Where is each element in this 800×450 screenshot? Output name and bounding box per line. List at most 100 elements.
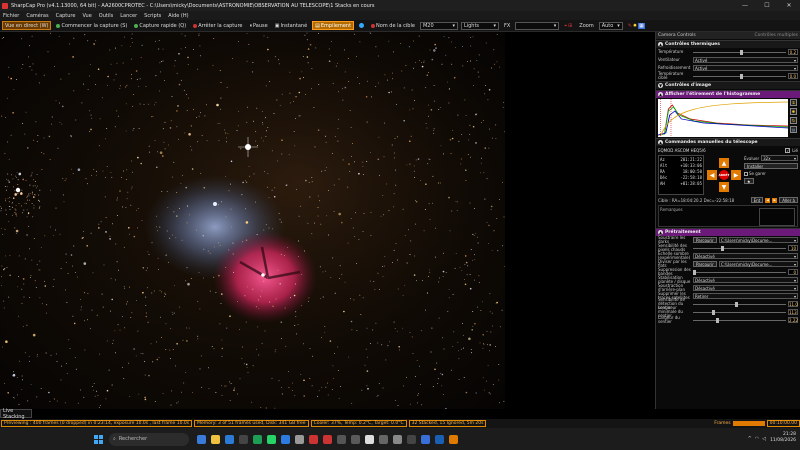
target-name-select[interactable]: M20 (419, 21, 458, 30)
target-icon-button[interactable] (357, 21, 366, 30)
next-target-icon[interactable]: ▶ (772, 197, 778, 203)
app-icon-n[interactable] (239, 434, 248, 444)
menu-scripts[interactable]: Scripts (144, 13, 161, 19)
snapshot-button[interactable]: ▣ Instantané (273, 21, 309, 30)
app-icon-cube[interactable] (393, 434, 402, 444)
fan-select[interactable]: Activé (693, 57, 798, 63)
windows-start-icon[interactable] (94, 434, 103, 444)
reset-icon[interactable]: ↻ (790, 117, 797, 124)
quick-capture-button[interactable]: Capture rapide (Q) (132, 21, 188, 30)
target-temp-slider[interactable] (693, 73, 786, 79)
menu-file[interactable]: Fichier (3, 13, 19, 19)
menu-help[interactable]: Aide (H) (168, 13, 188, 19)
darks-file-select[interactable]: C:\Users\micky\Docume... (718, 237, 798, 243)
telescope-title[interactable]: ▲ Commandes manuelles du télescope (656, 139, 800, 146)
app-icon-square[interactable] (407, 434, 416, 444)
histogram[interactable]: ① ✺ ↻ ▤ (658, 99, 798, 137)
app-icon-dark[interactable] (337, 434, 346, 444)
track-checkbox[interactable]: ✓ (785, 147, 791, 153)
menu-capture[interactable]: Capture (56, 13, 76, 19)
remarks-area[interactable]: Remarques (658, 205, 798, 227)
live-stacking-tab[interactable]: Live Stacking (0, 408, 32, 420)
trail-length-slider[interactable] (693, 309, 786, 315)
stop-capture-button[interactable]: Arrêter la capture (191, 21, 244, 30)
satellite-select[interactable]: Retirer (693, 293, 798, 299)
coordinates-readout: Az 201:21:22 Alt +10:33:06 RA 18:00:50 Déc -… (658, 155, 704, 195)
taskbar-search[interactable]: ⌕ Rechercher (109, 432, 189, 446)
frame-type-select[interactable]: Lights (460, 21, 499, 30)
image-controls-title[interactable]: ▼ Contrôles d'image (656, 82, 800, 89)
maximize-button[interactable]: ☐ (756, 0, 778, 11)
menu-cameras[interactable]: Caméras (26, 13, 48, 19)
app-icon-ts[interactable] (435, 434, 444, 444)
app-icon-grey[interactable] (351, 434, 360, 444)
cooling-select[interactable]: Activé (693, 65, 798, 71)
banding-slider[interactable] (693, 269, 786, 275)
thermal-section-title[interactable]: ▲ Contrôles thermiques (656, 41, 800, 48)
file-explorer-icon[interactable] (211, 434, 220, 444)
multiple-controls-option[interactable]: Contrôles multiples (754, 33, 798, 38)
whatsapp-icon[interactable] (267, 434, 276, 444)
minimize-button[interactable]: — (734, 0, 756, 11)
arrow-right-icon[interactable]: ▶ (731, 170, 741, 180)
menu-tools[interactable]: Outils (99, 13, 113, 19)
extra-tools[interactable]: ✎ ✸ ▦ (626, 21, 647, 30)
app-icon-white[interactable] (365, 434, 374, 444)
thermal-title: Contrôles thermiques (665, 42, 720, 47)
chevron-up-icon[interactable]: ^ (748, 436, 752, 442)
flats-browse-button[interactable]: Parcourir (693, 261, 717, 267)
stop-button[interactable]: ARRÊT (718, 170, 730, 180)
trail-sensitivity-slider[interactable] (693, 301, 786, 307)
stabilization-select[interactable]: Désactivé (693, 277, 798, 283)
trail-width-slider[interactable] (693, 317, 786, 323)
histogram-title[interactable]: ▲ Afficher l'étirement de l'histogramme (656, 91, 800, 98)
app-icon-orange[interactable] (449, 434, 458, 444)
goto-button[interactable]: Aller à (779, 197, 798, 203)
hot-pixels-slider[interactable] (693, 245, 786, 251)
flats-file-select[interactable]: C:\Users\micky\Docume... (718, 261, 798, 267)
app-icon-box[interactable] (379, 434, 388, 444)
dark-scale-select[interactable]: Désactivé (693, 253, 798, 259)
sharpcap-icon[interactable] (323, 434, 332, 444)
target-name-label: Nom de la cible (376, 22, 415, 29)
stacking-button[interactable]: ▤ Empilement (312, 21, 355, 30)
image-viewport[interactable] (0, 32, 505, 409)
rate-select[interactable]: 32x (761, 155, 798, 161)
pause-button[interactable]: ⏸ Pause (247, 21, 269, 30)
crosshair-button[interactable]: ⌖ ⊞ (562, 21, 574, 30)
star-button[interactable]: ★ (744, 178, 754, 184)
menu-launch[interactable]: Lancer (120, 13, 137, 19)
background-select[interactable]: Désactivé (693, 285, 798, 291)
close-button[interactable]: ✕ (778, 0, 800, 11)
speaker-icon[interactable]: ◁ (762, 436, 766, 442)
fx-select[interactable] (515, 21, 560, 30)
menu-view[interactable]: Vue (82, 13, 91, 19)
live-view-button[interactable]: Vue en direct (W) (2, 21, 52, 30)
browser-icon[interactable] (281, 434, 290, 444)
task-view-icon[interactable] (197, 434, 206, 444)
brightness-icon[interactable]: ✺ (790, 108, 797, 115)
clock[interactable]: 21:28 11/08/2026 (770, 432, 796, 444)
auto-stretch-icon[interactable]: ① (790, 99, 797, 106)
settings-icon[interactable] (295, 434, 304, 444)
crosshair-icon: ⌖ (564, 22, 568, 29)
save-icon[interactable]: ▤ (790, 126, 797, 133)
darks-browse-button[interactable]: Parcourir (693, 237, 717, 243)
remarks-input[interactable] (759, 208, 795, 226)
app-icon-red[interactable] (309, 434, 318, 444)
zoom-select[interactable]: Auto (598, 21, 623, 30)
stop-capture-label: Arrêter la capture (198, 22, 243, 29)
arrow-up-icon[interactable]: ▲ (719, 158, 729, 168)
app-icon-blue[interactable] (421, 434, 430, 444)
chrome-icon[interactable] (253, 434, 262, 444)
target-edit-button[interactable]: Ent (750, 197, 764, 203)
arrow-down-icon[interactable]: ▼ (719, 182, 729, 192)
start-capture-button[interactable]: Commencer la capture (S) (54, 21, 129, 30)
wifi-icon[interactable]: ◠ (755, 436, 759, 442)
mail-icon[interactable] (225, 434, 234, 444)
park-checkbox[interactable] (744, 171, 748, 176)
arrow-left-icon[interactable]: ◀ (707, 170, 717, 180)
prev-target-icon[interactable]: ◀ (765, 197, 771, 203)
temperature-slider[interactable] (693, 49, 786, 55)
install-button[interactable]: Installer (744, 163, 798, 169)
